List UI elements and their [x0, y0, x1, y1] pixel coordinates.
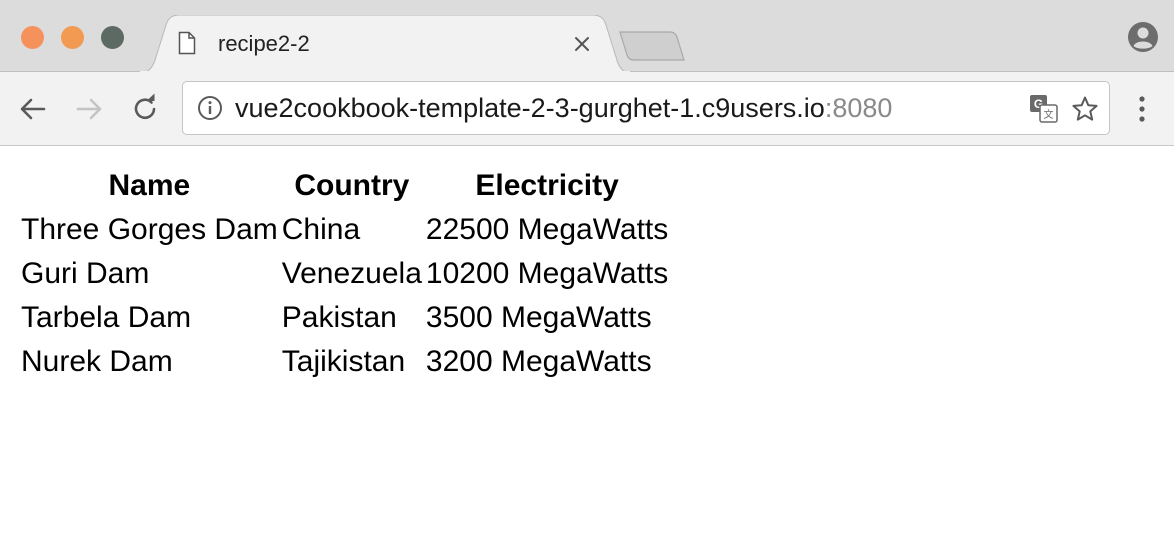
- cell-name: Tarbela Dam: [21, 301, 192, 334]
- table-row: Nurek Dam Tajikistan 3200 MegaWatts: [20, 340, 669, 384]
- table-row: Tarbela Dam Pakistan 3500 MegaWatts: [20, 296, 669, 340]
- cell-electricity: 3500 MegaWatts: [425, 301, 652, 334]
- cell-electricity: 3200 MegaWatts: [425, 345, 652, 378]
- url-port: :8080: [824, 93, 893, 123]
- cell-name: Nurek Dam: [21, 345, 173, 378]
- close-tab-icon[interactable]: [572, 34, 592, 54]
- url-text[interactable]: vue2cookbook-template-2-3-gurghet-1.c9us…: [235, 92, 892, 124]
- dams-table: Name Country Electricity Three Gorges Da…: [18, 164, 671, 384]
- more-vert-icon[interactable]: [1132, 92, 1152, 126]
- cell-country: Pakistan: [281, 301, 397, 334]
- table-row: Three Gorges Dam China 22500 MegaWatts: [20, 208, 669, 252]
- forward-arrow-icon[interactable]: [72, 92, 106, 126]
- reload-icon[interactable]: [128, 92, 162, 126]
- table-header-row: Name Country Electricity: [20, 164, 669, 208]
- column-header-name: Name: [108, 169, 191, 202]
- star-icon[interactable]: [1071, 95, 1099, 123]
- document-icon: [178, 31, 196, 55]
- translate-icon[interactable]: G 文: [1029, 94, 1059, 124]
- profile-icon[interactable]: [1126, 20, 1160, 54]
- window-minimize-button[interactable]: [61, 26, 84, 49]
- cell-name: Three Gorges Dam: [21, 213, 278, 246]
- cell-electricity: 22500 MegaWatts: [425, 213, 669, 246]
- tab-background: [140, 15, 630, 73]
- cell-country: Tajikistan: [281, 345, 406, 378]
- tab-active[interactable]: recipe2-2: [140, 15, 630, 73]
- cell-electricity: 10200 MegaWatts: [425, 257, 669, 290]
- tab-strip: recipe2-2: [0, 0, 1174, 73]
- url-host: vue2cookbook-template-2-3-gurghet-1.c9us…: [235, 93, 825, 123]
- window-maximize-button[interactable]: [101, 26, 124, 49]
- tab-title: recipe2-2: [218, 31, 310, 56]
- cell-name: Guri Dam: [21, 257, 150, 290]
- window-close-button[interactable]: [21, 26, 44, 49]
- column-header-country: Country: [294, 169, 410, 202]
- table-row: Guri Dam Venezuela 10200 MegaWatts: [20, 252, 669, 296]
- new-tab-button[interactable]: [616, 28, 688, 64]
- browser-window: recipe2-2 vue2cookbook-template-2-3-gurg…: [0, 0, 1174, 535]
- page-content: Name Country Electricity Three Gorges Da…: [0, 146, 1174, 535]
- svg-text:文: 文: [1044, 108, 1054, 121]
- cell-country: Venezuela: [281, 257, 422, 290]
- browser-toolbar: vue2cookbook-template-2-3-gurghet-1.c9us…: [0, 72, 1174, 146]
- column-header-electricity: Electricity: [475, 169, 619, 202]
- info-icon[interactable]: [197, 95, 223, 121]
- address-bar[interactable]: vue2cookbook-template-2-3-gurghet-1.c9us…: [182, 81, 1110, 135]
- cell-country: China: [281, 213, 361, 246]
- back-arrow-icon[interactable]: [16, 92, 50, 126]
